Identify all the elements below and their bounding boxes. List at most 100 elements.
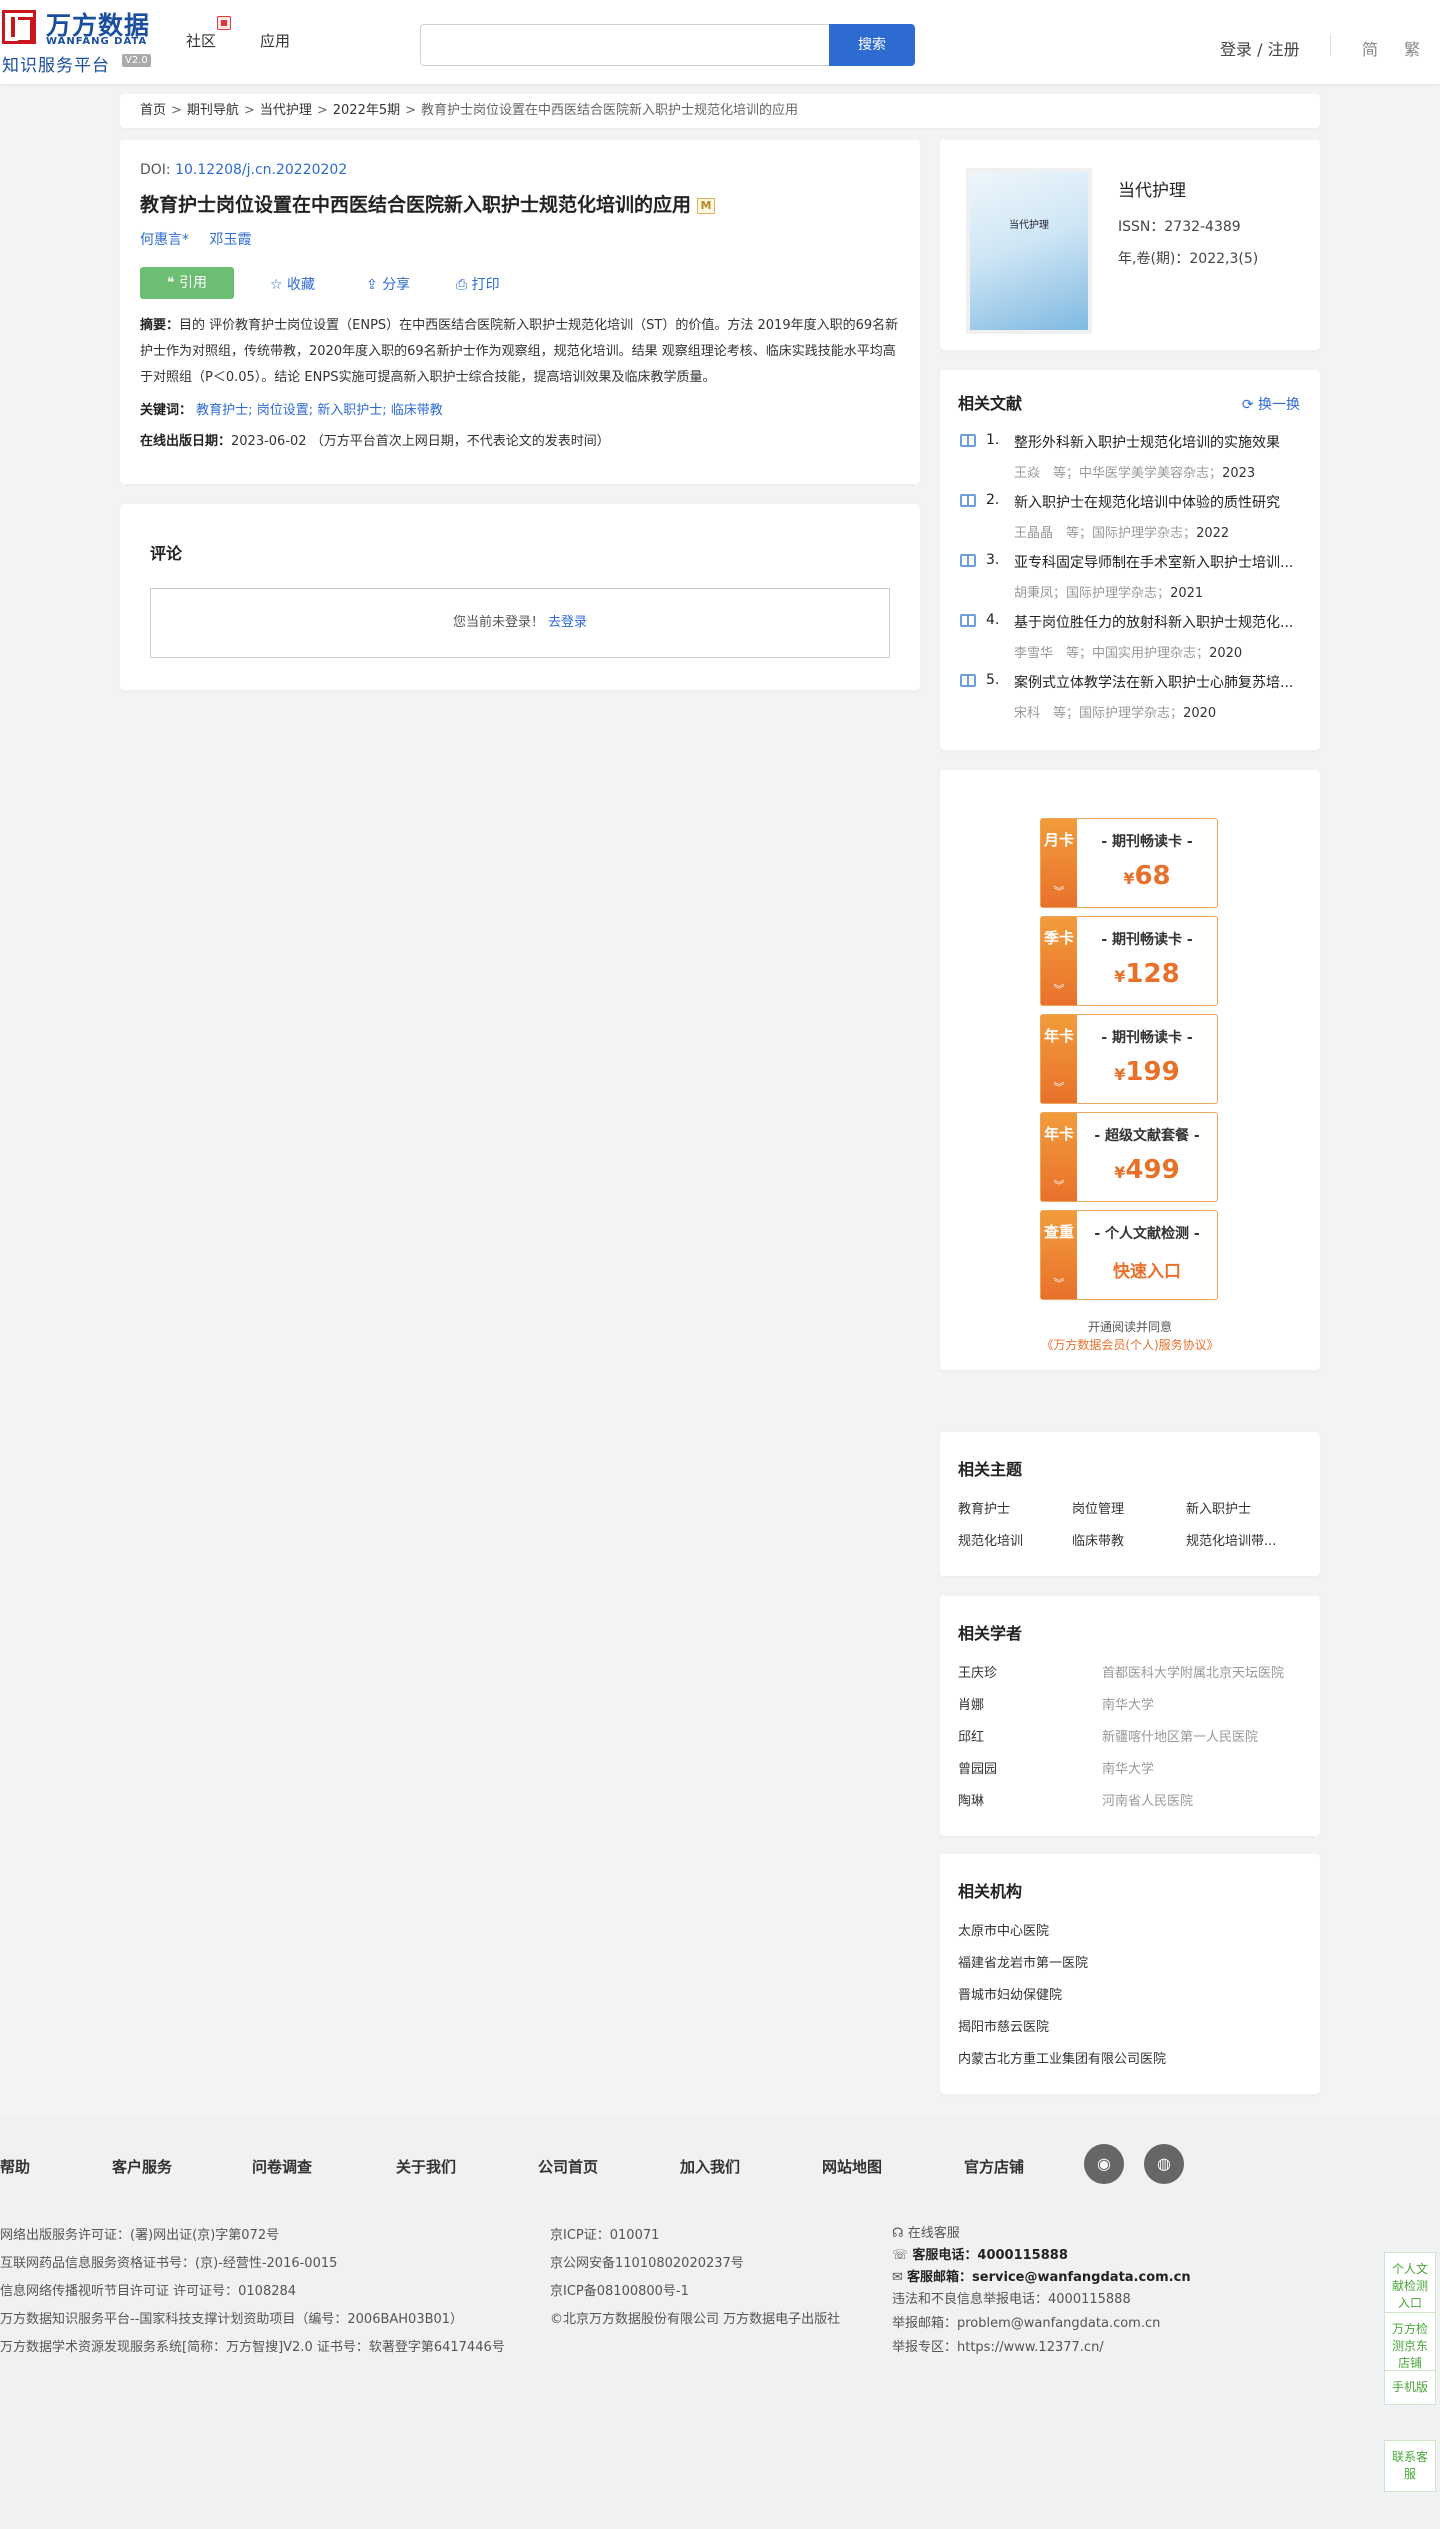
- breadcrumb-journal-nav[interactable]: 期刊导航: [187, 103, 239, 118]
- keyword-link[interactable]: 新入职护士;: [317, 403, 386, 418]
- book-icon: [960, 434, 976, 447]
- footer-about[interactable]: 关于我们: [396, 2156, 456, 2177]
- side-personal-check[interactable]: 个人文献检测入口: [1384, 2252, 1436, 2321]
- journal-cover[interactable]: 当代护理: [966, 168, 1092, 334]
- scholar-name[interactable]: 王庆珍: [958, 1662, 997, 1681]
- org-link[interactable]: 福建省龙岩市第一医院: [958, 1952, 1088, 1971]
- list-item[interactable]: 2. 新入职护士在规范化培训中体验的质性研究 王晶晶 等；国际护理学杂志；202…: [958, 492, 1302, 552]
- search-input[interactable]: [420, 24, 830, 66]
- side-contact-service[interactable]: 联系客服: [1384, 2440, 1436, 2492]
- journal-year-volume: 年,卷(期)：2022,3(5): [1118, 251, 1259, 267]
- scholar-org[interactable]: 首都医科大学附属北京天坛医院: [1102, 1662, 1284, 1681]
- share-label: 分享: [382, 277, 411, 293]
- footer-help[interactable]: 帮助: [0, 2156, 30, 2177]
- topic-link[interactable]: 临床带教: [1072, 1530, 1124, 1549]
- lang-simplified[interactable]: 简: [1362, 36, 1378, 60]
- doc-title[interactable]: 整形外科新入职护士规范化培训的实施效果: [1014, 432, 1304, 452]
- abstract-label: 摘要：: [140, 318, 180, 333]
- org-link[interactable]: 太原市中心医院: [958, 1920, 1049, 1939]
- topic-link[interactable]: 岗位管理: [1072, 1498, 1124, 1517]
- license-line: 信息网络传播视听节目许可证 许可证号：0108284: [0, 2284, 297, 2299]
- author-link[interactable]: 何惠言*: [140, 232, 189, 248]
- breadcrumb-home[interactable]: 首页: [140, 103, 166, 118]
- share-button[interactable]: ⇪ 分享: [366, 274, 410, 294]
- topic-link[interactable]: 规范化培训带...: [1186, 1530, 1276, 1549]
- side-mobile[interactable]: 手机版: [1384, 2370, 1436, 2405]
- book-icon: [960, 554, 976, 567]
- scholar-name[interactable]: 陶琳: [958, 1790, 984, 1809]
- footer-customer-service[interactable]: 客户服务: [112, 2156, 172, 2177]
- footer-survey[interactable]: 问卷调查: [252, 2156, 312, 2177]
- doc-meta: 李雪华 等；中国实用护理杂志；2020: [1014, 646, 1243, 661]
- online-service[interactable]: ☊ 在线客服: [892, 2222, 960, 2241]
- scholar-org[interactable]: 河南省人民医院: [1102, 1790, 1193, 1809]
- list-item[interactable]: 3. 亚专科固定导师制在手术室新入职护士培训... 胡秉凤；国际护理学杂志；20…: [958, 552, 1302, 612]
- topics-title: 相关主题: [958, 1460, 1023, 1479]
- doc-title[interactable]: 亚专科固定导师制在手术室新入职护士培训...: [1014, 552, 1304, 572]
- swap-button[interactable]: ⟳ 换一换: [1242, 394, 1300, 414]
- lang-traditional[interactable]: 繁: [1404, 36, 1420, 60]
- quick-entry-link[interactable]: 快速入口: [1077, 1257, 1217, 1282]
- comment-login-link[interactable]: 去登录: [548, 615, 587, 630]
- scholar-org[interactable]: 新疆喀什地区第一人民医院: [1102, 1726, 1258, 1745]
- footer-join[interactable]: 加入我们: [680, 2156, 740, 2177]
- related-orgs-card: 相关机构 太原市中心医院 福建省龙岩市第一医院 晋城市妇幼保健院 揭阳市慈云医院…: [940, 1854, 1320, 2094]
- org-link[interactable]: 内蒙古北方重工业集团有限公司医院: [958, 2048, 1166, 2067]
- plagiarism-check-card[interactable]: 查重 ︾ - 个人文献检测 - 快速入口: [1040, 1210, 1218, 1300]
- license-line: 网络出版服务许可证：(署)网出证(京)字第072号: [0, 2228, 280, 2243]
- journal-name[interactable]: 当代护理: [1118, 176, 1186, 201]
- super-package-card[interactable]: 年卡 ︾ - 超级文献套餐 - ¥499: [1040, 1112, 1218, 1202]
- scholar-name[interactable]: 肖娜: [958, 1694, 984, 1713]
- doi-link[interactable]: 10.12208/j.cn.20220202: [175, 162, 347, 178]
- org-link[interactable]: 晋城市妇幼保健院: [958, 1984, 1062, 2003]
- wechat-icon[interactable]: ◍: [1144, 2144, 1184, 2184]
- topic-link[interactable]: 新入职护士: [1186, 1498, 1251, 1517]
- list-item[interactable]: 5. 案例式立体教学法在新入职护士心肺复苏培... 宋科 等；国际护理学杂志；2…: [958, 672, 1302, 732]
- logo-mark-icon: [2, 10, 36, 44]
- org-link[interactable]: 揭阳市慈云医院: [958, 2016, 1049, 2035]
- list-item[interactable]: 4. 基于岗位胜任力的放射科新入职护士规范化... 李雪华 等；中国实用护理杂志…: [958, 612, 1302, 672]
- comment-title: 评论: [150, 544, 183, 563]
- keyword-link[interactable]: 临床带教: [391, 403, 443, 418]
- doc-journal: 国际护理学杂志: [1092, 526, 1184, 541]
- breadcrumb-journal[interactable]: 当代护理: [260, 103, 312, 118]
- scholar-name[interactable]: 曾园园: [958, 1758, 997, 1777]
- scholar-org[interactable]: 南华大学: [1102, 1694, 1154, 1713]
- wanfang-logo[interactable]: 万方数据 WANFANG DATA 知识服务平台 V2.0: [0, 6, 160, 76]
- quarterly-card[interactable]: 季卡 ︾ - 期刊畅读卡 - ¥128: [1040, 916, 1218, 1006]
- breadcrumb-issue[interactable]: 2022年5期: [333, 103, 400, 118]
- footer-sitemap[interactable]: 网站地图: [822, 2156, 882, 2177]
- doc-authors: 王晶晶 等: [1014, 526, 1080, 541]
- monthly-card[interactable]: 月卡 ︾ - 期刊畅读卡 - ¥68: [1040, 818, 1218, 908]
- list-item[interactable]: 1. 整形外科新入职护士规范化培训的实施效果 王焱 等；中华医学美学美容杂志；2…: [958, 432, 1302, 492]
- weibo-icon[interactable]: ◉: [1084, 2144, 1124, 2184]
- doc-authors: 李雪华 等: [1014, 646, 1080, 661]
- scholar-org[interactable]: 南华大学: [1102, 1758, 1154, 1777]
- favorite-button[interactable]: ☆ 收藏: [270, 274, 315, 294]
- reading-cards: 月卡 ︾ - 期刊畅读卡 - ¥68 季卡 ︾ - 期刊畅读卡 - ¥128 年…: [940, 770, 1320, 1370]
- footer-company-home[interactable]: 公司首页: [538, 2156, 598, 2177]
- login-register-link[interactable]: 登录 / 注册: [1220, 36, 1300, 60]
- pubdate: 在线出版日期：2023-06-02 （万方平台首次上网日期，不代表论文的发表时间…: [140, 430, 900, 449]
- doc-title[interactable]: 案例式立体教学法在新入职护士心肺复苏培...: [1014, 672, 1304, 692]
- report-zone[interactable]: 举报专区：https://www.12377.cn/: [892, 2336, 1104, 2355]
- member-agreement-link[interactable]: 《万方数据会员(个人)服务协议》: [940, 1336, 1320, 1353]
- chevron-down-icon: ︾: [1053, 1179, 1065, 1192]
- scholar-name[interactable]: 邱红: [958, 1726, 984, 1745]
- doc-title[interactable]: 新入职护士在规范化培训中体验的质性研究: [1014, 492, 1304, 512]
- print-button[interactable]: ⎙ 打印: [456, 274, 500, 294]
- topic-link[interactable]: 规范化培训: [958, 1530, 1023, 1549]
- topic-link[interactable]: 教育护士: [958, 1498, 1010, 1517]
- footer-official-store[interactable]: 官方店铺: [964, 2156, 1024, 2177]
- cite-button[interactable]: ❝ 引用: [140, 267, 234, 299]
- nav-apps[interactable]: 应用: [260, 30, 290, 51]
- author-link[interactable]: 邓玉霞: [209, 232, 251, 248]
- cards-note: 开通阅读并同意: [1087, 1320, 1172, 1334]
- doc-title[interactable]: 基于岗位胜任力的放射科新入职护士规范化...: [1014, 612, 1304, 632]
- search-button[interactable]: 搜索: [829, 24, 915, 66]
- annual-card[interactable]: 年卡 ︾ - 期刊畅读卡 - ¥199: [1040, 1014, 1218, 1104]
- article-title-text: 教育护士岗位设置在中西医结合医院新入职护士规范化培训的应用: [140, 194, 692, 216]
- nav-community[interactable]: 社区: [186, 30, 216, 51]
- keyword-link[interactable]: 教育护士;: [196, 403, 252, 418]
- keyword-link[interactable]: 岗位设置;: [257, 403, 313, 418]
